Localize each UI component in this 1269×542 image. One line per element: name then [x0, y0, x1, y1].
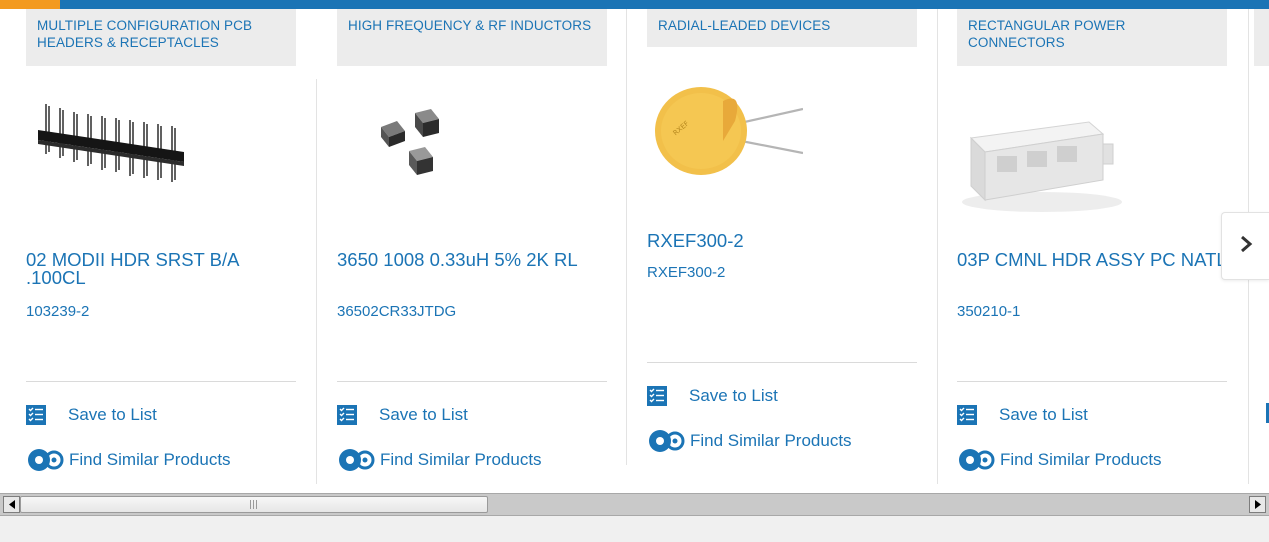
- product-card: MULTIPLE CONFIGURATION PCB HEADERS & REC…: [26, 9, 337, 489]
- find-similar-products-button[interactable]: Find Similar Products: [26, 448, 231, 472]
- product-name-link[interactable]: 3650 1008 0.33uH 5% 2K RL: [337, 250, 607, 269]
- product-name-link[interactable]: 02 MODII HDR SRST B/A .100CL: [26, 250, 296, 287]
- product-card: RADIAL-LEADED DEVICES RXEF RXEF300-2 RXE…: [647, 9, 958, 489]
- product-category-link[interactable]: MULTIPLE CONFIGURATION PCB HEADERS & REC…: [26, 9, 296, 66]
- card-separator: [26, 381, 296, 382]
- save-to-list-button[interactable]: Save to List: [337, 403, 468, 427]
- horizontal-scrollbar[interactable]: [0, 493, 1269, 516]
- top-accent-bar: [0, 0, 1269, 9]
- find-similar-products-button[interactable]: Find Similar Products: [957, 448, 1162, 472]
- find-similar-label: Find Similar Products: [69, 450, 231, 469]
- save-to-list-label: Save to List: [999, 405, 1088, 424]
- top-accent-highlight: [0, 0, 60, 9]
- save-to-list-label: Save to List: [689, 386, 778, 405]
- power-connector-image[interactable]: [957, 104, 1127, 214]
- find-similar-products-button[interactable]: Find Similar Products: [647, 429, 852, 453]
- product-category-link[interactable]: RADIAL-LEADED DEVICES: [647, 9, 917, 47]
- card-separator: [647, 362, 917, 363]
- carousel-next-button[interactable]: [1221, 212, 1269, 280]
- similar-gears-icon: [26, 448, 66, 472]
- product-carousel: MULTIPLE CONFIGURATION PCB HEADERS & REC…: [0, 9, 1269, 489]
- find-similar-label: Find Similar Products: [1000, 450, 1162, 469]
- radial-leaded-fuse-image[interactable]: RXEF: [653, 81, 804, 179]
- scrollbar-grip: [253, 500, 254, 509]
- scrollbar-thumb[interactable]: [20, 496, 488, 513]
- checklist-icon: [337, 405, 357, 425]
- product-name-link[interactable]: RXEF300-2: [647, 231, 917, 250]
- scrollbar-grip: [256, 500, 257, 509]
- page-bottom-area: [0, 516, 1269, 542]
- product-part-number[interactable]: 103239-2: [26, 303, 89, 321]
- checklist-icon: [26, 405, 46, 425]
- product-card: HIGH FREQUENCY & RF INDUCTORS 3650 1008 …: [337, 9, 648, 489]
- product-part-number[interactable]: 36502CR33JTDG: [337, 303, 456, 321]
- pcb-header-pins-image[interactable]: [34, 96, 194, 186]
- save-to-list-button[interactable]: Save to List: [957, 403, 1088, 427]
- product-name-link[interactable]: 03P CMNL HDR ASSY PC NATL: [957, 250, 1227, 269]
- save-to-list-button[interactable]: Save to List: [26, 403, 157, 427]
- save-to-list-label: Save to List: [68, 405, 157, 424]
- rf-inductor-chips-image[interactable]: [371, 105, 461, 185]
- product-category-link[interactable]: RECTANGULAR POWER CONNECTORS: [957, 9, 1227, 66]
- find-similar-label: Find Similar Products: [380, 450, 542, 469]
- checklist-icon: [647, 386, 667, 406]
- chevron-right-icon: [1239, 235, 1253, 258]
- save-to-list-button[interactable]: Save to List: [647, 384, 778, 408]
- similar-gears-icon: [647, 429, 687, 453]
- scrollbar-grip: [250, 500, 251, 509]
- find-similar-label: Find Similar Products: [690, 431, 852, 450]
- checklist-icon: [957, 405, 977, 425]
- find-similar-products-button[interactable]: Find Similar Products: [337, 448, 542, 472]
- save-to-list-label: Save to List: [379, 405, 468, 424]
- next-card-partial-category: [1254, 9, 1269, 66]
- scroll-right-arrow-icon[interactable]: [1249, 496, 1266, 513]
- product-part-number[interactable]: RXEF300-2: [647, 264, 725, 282]
- card-separator: [957, 381, 1227, 382]
- product-part-number[interactable]: 350210-1: [957, 303, 1020, 321]
- scroll-left-arrow-icon[interactable]: [3, 496, 20, 513]
- similar-gears-icon: [337, 448, 377, 472]
- card-separator: [337, 381, 607, 382]
- similar-gears-icon: [957, 448, 997, 472]
- product-category-link[interactable]: HIGH FREQUENCY & RF INDUCTORS: [337, 9, 607, 66]
